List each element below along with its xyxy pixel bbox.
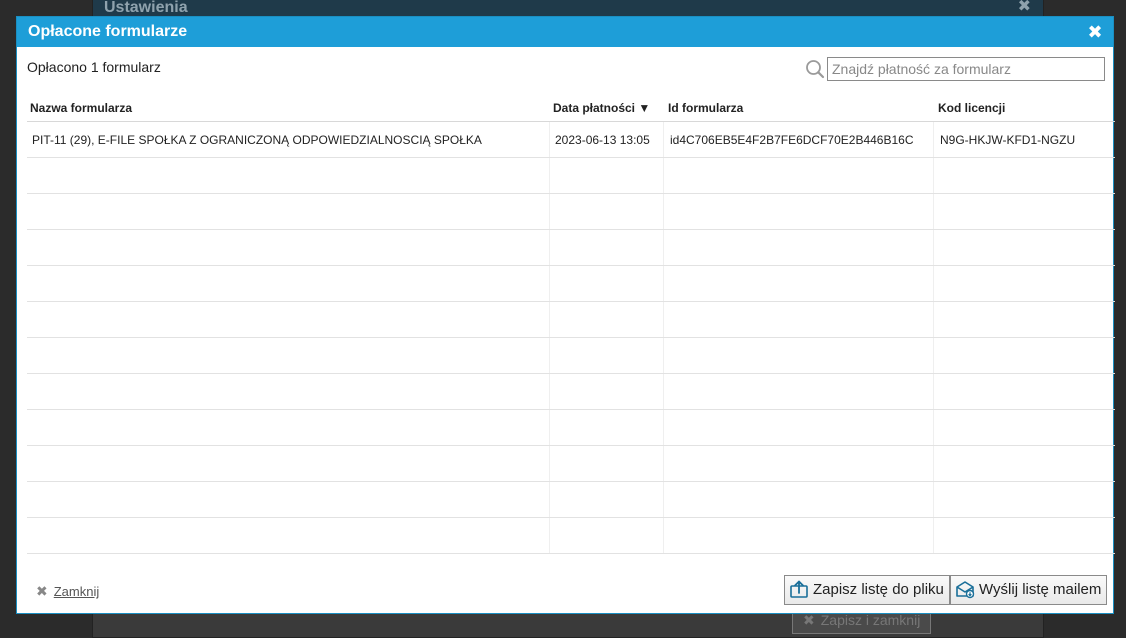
table-row[interactable] bbox=[27, 518, 1115, 554]
close-icon: ✖ bbox=[36, 583, 48, 599]
column-separator bbox=[549, 518, 550, 553]
column-separator bbox=[663, 302, 664, 337]
mail-icon bbox=[956, 581, 975, 599]
column-separator bbox=[549, 302, 550, 337]
column-separator bbox=[663, 266, 664, 301]
cell-date: 2023-06-13 13:05 bbox=[555, 133, 650, 147]
column-separator bbox=[933, 194, 934, 229]
table-row[interactable] bbox=[27, 302, 1115, 338]
column-separator bbox=[549, 194, 550, 229]
column-separator bbox=[933, 518, 934, 553]
column-header-license[interactable]: Kod licencji bbox=[938, 101, 1005, 115]
column-separator bbox=[663, 194, 664, 229]
column-separator bbox=[933, 374, 934, 409]
table-row[interactable] bbox=[27, 374, 1115, 410]
paid-forms-table: Nazwa formularza Data płatności ▼ Id for… bbox=[27, 93, 1115, 554]
column-separator bbox=[663, 482, 664, 517]
column-separator bbox=[549, 158, 550, 193]
cell-license: N9G-HKJW-KFD1-NGZU bbox=[940, 133, 1076, 147]
column-separator bbox=[933, 446, 934, 481]
close-link[interactable]: ✖ Zamknij bbox=[36, 583, 99, 600]
column-separator bbox=[549, 230, 550, 265]
dialog-title: Opłacone formularze bbox=[28, 23, 188, 40]
table-row[interactable] bbox=[27, 158, 1115, 194]
column-separator bbox=[933, 230, 934, 265]
column-separator bbox=[663, 122, 664, 157]
table-row[interactable] bbox=[27, 266, 1115, 302]
column-separator bbox=[933, 410, 934, 445]
dialog-header: Opłacone formularze ✖ bbox=[17, 17, 1113, 47]
column-separator bbox=[549, 374, 550, 409]
dialog-close-icon[interactable]: ✖ bbox=[1085, 17, 1105, 47]
column-separator bbox=[663, 230, 664, 265]
table-header: Nazwa formularza Data płatności ▼ Id for… bbox=[27, 93, 1115, 122]
column-separator bbox=[663, 410, 664, 445]
send-list-by-mail-button[interactable]: Wyślij listę mailem bbox=[950, 575, 1108, 605]
table-row[interactable] bbox=[27, 446, 1115, 482]
table-row[interactable] bbox=[27, 410, 1115, 446]
column-separator bbox=[549, 338, 550, 373]
save-list-to-file-button[interactable]: Zapisz listę do pliku bbox=[784, 575, 950, 605]
column-separator bbox=[663, 446, 664, 481]
column-separator bbox=[933, 158, 934, 193]
column-separator bbox=[663, 374, 664, 409]
table-row[interactable] bbox=[27, 482, 1115, 518]
column-separator bbox=[933, 266, 934, 301]
table-row[interactable]: PIT-11 (29), E-FILE SPOŁKA Z OGRANICZONĄ… bbox=[27, 122, 1115, 158]
column-separator bbox=[663, 158, 664, 193]
column-header-id[interactable]: Id formularza bbox=[668, 101, 743, 115]
column-header-name[interactable]: Nazwa formularza bbox=[30, 101, 132, 115]
file-upload-icon bbox=[790, 580, 808, 598]
table-row[interactable] bbox=[27, 230, 1115, 266]
paid-summary: Opłacono 1 formularz bbox=[27, 59, 161, 75]
column-separator bbox=[549, 122, 550, 157]
column-separator bbox=[663, 338, 664, 373]
table-row[interactable] bbox=[27, 194, 1115, 230]
table-body: PIT-11 (29), E-FILE SPOŁKA Z OGRANICZONĄ… bbox=[27, 122, 1115, 554]
column-separator bbox=[663, 518, 664, 553]
column-separator bbox=[549, 266, 550, 301]
search-input[interactable] bbox=[827, 57, 1105, 81]
cell-id: id4C706EB5E4F2B7FE6DCF70E2B446B16C bbox=[670, 133, 914, 147]
column-separator bbox=[933, 482, 934, 517]
table-row[interactable] bbox=[27, 338, 1115, 374]
column-header-date[interactable]: Data płatności ▼ bbox=[553, 101, 650, 115]
search-icon bbox=[806, 60, 825, 79]
column-separator bbox=[933, 338, 934, 373]
column-separator bbox=[549, 410, 550, 445]
column-separator bbox=[549, 482, 550, 517]
cell-name: PIT-11 (29), E-FILE SPOŁKA Z OGRANICZONĄ… bbox=[32, 133, 482, 147]
column-separator bbox=[933, 122, 934, 157]
column-separator bbox=[933, 302, 934, 337]
paid-forms-dialog: Opłacone formularze ✖ Opłacono 1 formula… bbox=[16, 16, 1115, 614]
column-separator bbox=[549, 446, 550, 481]
